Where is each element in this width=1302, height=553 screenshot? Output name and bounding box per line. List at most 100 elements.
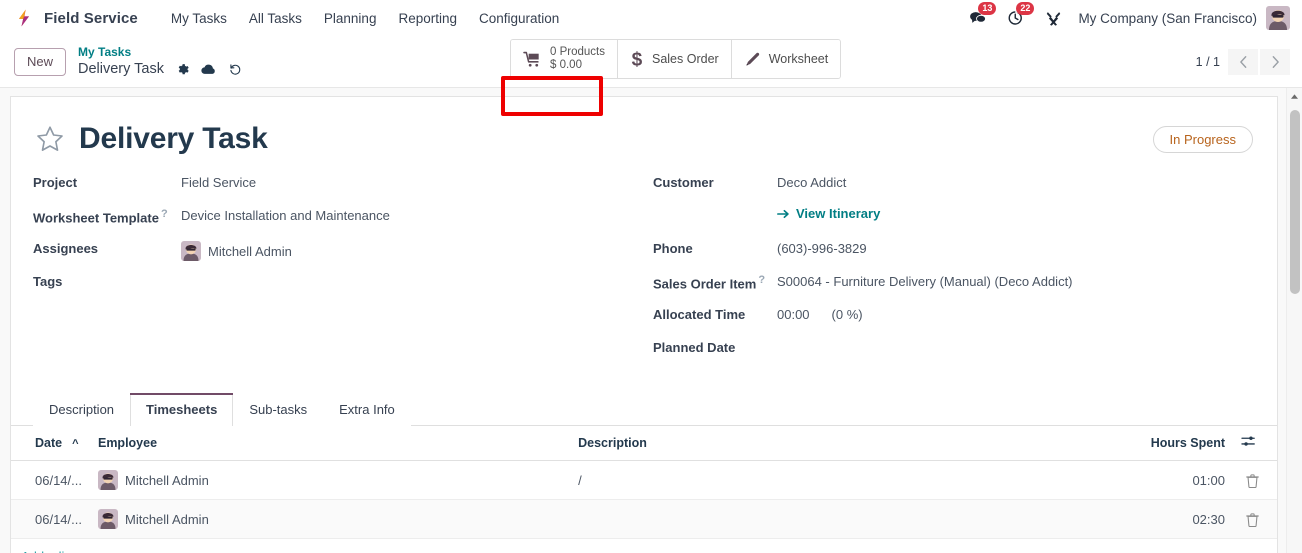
activities-badge: 22 (1016, 2, 1035, 15)
sort-ascending-caret: ^ (72, 438, 79, 450)
form-view-container: Delivery Task In Progress Project Field … (0, 88, 1302, 553)
pager: 1 / 1 (1195, 48, 1290, 75)
field-worksheet-template: Worksheet Template? Device Installation … (33, 206, 653, 239)
field-project-value[interactable]: Field Service (181, 173, 256, 190)
tab-description[interactable]: Description (33, 393, 131, 426)
field-customer: Customer Deco Addict (653, 173, 1255, 206)
table-row[interactable]: 06/14/... (11, 499, 1277, 539)
field-phone: Phone (603)-996-3829 (653, 239, 1255, 272)
menu-item-my-tasks[interactable]: My Tasks (160, 3, 238, 34)
tab-timesheets[interactable]: Timesheets (130, 393, 234, 426)
arrow-right-icon (777, 209, 789, 218)
svg-text:$: $ (632, 50, 643, 70)
star-outline-icon[interactable] (35, 124, 65, 154)
cell-delete[interactable] (1233, 460, 1277, 500)
fields-left-column: Project Field Service Worksheet Template… (33, 173, 653, 371)
field-phone-label: Phone (653, 241, 693, 256)
control-panel: New My Tasks Delivery Task 0 Products $ … (0, 36, 1302, 116)
field-assignees-value[interactable]: Mitchell Admin (181, 239, 292, 261)
field-planned-date-label: Planned Date (653, 340, 736, 355)
pager-value: 1 / 1 (1195, 54, 1220, 69)
chevron-right-icon (1272, 55, 1279, 68)
timesheets-list: Date^ Employee Description Hours Spent (11, 426, 1277, 553)
add-a-line-button[interactable]: Add a line (13, 539, 87, 553)
cell-date[interactable]: 06/14/... (11, 499, 90, 539)
app-brand-name[interactable]: Field Service (44, 10, 138, 27)
menu-item-planning[interactable]: Planning (313, 3, 388, 34)
undo-discard-icon[interactable] (228, 62, 242, 76)
cell-employee[interactable]: Mitchell Admin (89, 460, 571, 500)
vertical-scrollbar[interactable] (1286, 88, 1302, 553)
pencil-icon (744, 51, 761, 68)
field-sales-order-item-value[interactable]: S00064 - Furniture Delivery (Manual) (De… (777, 272, 1073, 289)
field-planned-date: Planned Date (653, 338, 1255, 371)
stat-products-count: 0 Products (550, 46, 605, 59)
field-allocated-time-value[interactable]: 00:00 (777, 307, 810, 322)
stat-button-worksheet[interactable]: Worksheet (731, 40, 841, 79)
view-itinerary-link[interactable]: View Itinerary (777, 206, 880, 221)
cell-date[interactable]: 06/14/... (11, 460, 90, 500)
optional-columns-toggle[interactable] (1233, 426, 1277, 461)
table-row[interactable]: 06/14/... (11, 460, 1277, 500)
messages-button[interactable]: 13 (959, 2, 997, 31)
field-tags-label: Tags (33, 274, 63, 289)
trash-icon[interactable] (1241, 513, 1263, 527)
trash-icon[interactable] (1241, 474, 1263, 488)
tab-extra-info[interactable]: Extra Info (323, 393, 411, 426)
assignee-name: Mitchell Admin (208, 243, 292, 259)
status-badge[interactable]: In Progress (1152, 125, 1253, 153)
field-tags: Tags (33, 272, 653, 305)
dollar-sign-icon: $ (630, 49, 644, 70)
column-header-description[interactable]: Description (570, 426, 892, 461)
field-worksheet-template-label: Worksheet Template (33, 210, 159, 226)
tab-sub-tasks[interactable]: Sub-tasks (233, 393, 324, 426)
menu-item-all-tasks[interactable]: All Tasks (238, 3, 313, 34)
breadcrumb-parent[interactable]: My Tasks (78, 45, 242, 60)
avatar[interactable] (1266, 6, 1290, 30)
navbar-system-tray: 13 22 My Company (San Francisco) (959, 2, 1290, 31)
gear-icon[interactable] (176, 63, 189, 76)
record-header: Delivery Task In Progress (33, 113, 1255, 163)
fields-area: Project Field Service Worksheet Template… (33, 163, 1255, 371)
pager-next-button[interactable] (1260, 48, 1290, 75)
scrollbar-thumb[interactable] (1290, 110, 1300, 294)
cell-hours-spent[interactable]: 01:00 (891, 460, 1233, 500)
lightning-bolt-logo[interactable] (14, 8, 34, 28)
cell-description[interactable] (570, 499, 892, 539)
column-header-hours-spent[interactable]: Hours Spent (891, 426, 1233, 461)
menu-item-reporting[interactable]: Reporting (387, 3, 468, 34)
employee-name: Mitchell Admin (124, 511, 209, 527)
cell-description[interactable]: / (570, 460, 892, 500)
cell-delete[interactable] (1233, 499, 1277, 539)
cell-employee[interactable]: Mitchell Admin (89, 499, 571, 539)
new-button[interactable]: New (14, 47, 67, 76)
stat-button-products[interactable]: 0 Products $ 0.00 (511, 40, 618, 79)
column-header-employee[interactable]: Employee (89, 426, 571, 461)
field-project-label: Project (33, 175, 78, 190)
stat-worksheet-label: Worksheet (768, 52, 829, 67)
apps-button[interactable] (1035, 6, 1072, 31)
field-allocated-time-percent: (0 %) (831, 307, 863, 322)
stat-button-sales-order[interactable]: $ Sales Order (617, 40, 732, 79)
top-navbar: Field Service My Tasks All Tasks Plannin… (0, 0, 1302, 36)
field-customer-label: Customer (653, 175, 714, 190)
record-sheet: Delivery Task In Progress Project Field … (10, 96, 1278, 553)
assignee-avatar (181, 241, 201, 261)
cloud-upload-icon[interactable] (201, 63, 216, 76)
shopping-cart-icon (523, 51, 542, 68)
field-assignees-label: Assignees (33, 241, 99, 256)
field-customer-value[interactable]: Deco Addict (777, 173, 846, 190)
view-itinerary-row: View Itinerary (653, 206, 1255, 239)
company-switcher[interactable]: My Company (San Francisco) (1072, 11, 1266, 26)
activities-button[interactable]: 22 (997, 2, 1035, 31)
notebook-tabs: Description Timesheets Sub-tasks Extra I… (11, 393, 1277, 426)
scroll-up-icon[interactable] (1287, 88, 1302, 104)
cell-hours-spent[interactable]: 02:30 (891, 499, 1233, 539)
pager-previous-button[interactable] (1228, 48, 1258, 75)
help-icon[interactable]: ? (161, 208, 168, 220)
field-worksheet-template-value[interactable]: Device Installation and Maintenance (181, 206, 390, 223)
field-phone-value[interactable]: (603)-996-3829 (777, 239, 867, 256)
help-icon[interactable]: ? (758, 274, 765, 286)
menu-item-configuration[interactable]: Configuration (468, 3, 570, 34)
column-header-date[interactable]: Date ^ (11, 426, 90, 461)
